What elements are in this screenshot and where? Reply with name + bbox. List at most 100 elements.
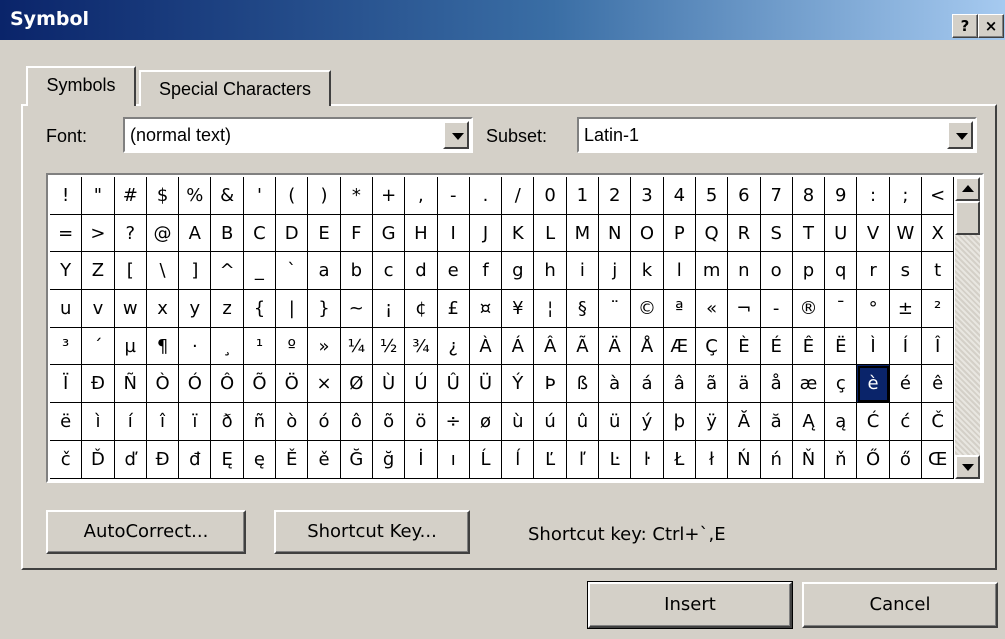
help-button[interactable]: ?	[952, 14, 978, 38]
symbol-cell[interactable]: i	[566, 252, 600, 291]
symbol-cell[interactable]: á	[631, 365, 664, 404]
symbol-cell[interactable]: O	[631, 214, 664, 253]
symbol-cell[interactable]: &	[211, 177, 244, 215]
symbol-cell[interactable]: T	[792, 214, 826, 253]
symbol-cell[interactable]: Y	[50, 252, 83, 291]
symbol-cell[interactable]: ²	[922, 290, 955, 328]
symbol-cell[interactable]: M	[566, 214, 600, 253]
symbol-cell[interactable]: Đ	[146, 440, 180, 479]
symbol-cell[interactable]: ą	[825, 403, 858, 441]
symbol-cell[interactable]: ë	[50, 403, 83, 441]
symbol-cell[interactable]: Ć	[857, 403, 890, 441]
symbol-cell[interactable]: F	[340, 214, 373, 253]
symbol-cell[interactable]: Z	[82, 252, 115, 291]
symbol-cell[interactable]: 8	[792, 177, 826, 215]
symbol-cell[interactable]: >	[82, 214, 115, 253]
symbol-cell[interactable]: Ý	[502, 365, 535, 404]
symbol-cell[interactable]: ½	[372, 327, 406, 366]
symbol-cell[interactable]: ú	[534, 403, 567, 441]
symbol-cell[interactable]: Î	[922, 327, 955, 366]
symbol-cell[interactable]: x	[146, 290, 180, 328]
symbol-cell[interactable]: É	[760, 327, 793, 366]
symbol-cell[interactable]: ä	[728, 365, 761, 404]
symbol-cell[interactable]: ę	[243, 440, 277, 479]
subset-select[interactable]: Latin-1	[577, 117, 977, 153]
symbol-cell[interactable]: č	[50, 440, 83, 479]
symbol-cell[interactable]: È	[728, 327, 761, 366]
symbol-cell[interactable]: Å	[631, 327, 664, 366]
font-dropdown-arrow-icon[interactable]	[443, 121, 469, 149]
symbol-cell[interactable]: æ	[792, 365, 826, 404]
symbol-cell[interactable]: Ď	[82, 440, 115, 479]
symbol-cell[interactable]: )	[308, 177, 341, 215]
symbol-cell[interactable]: H	[405, 214, 438, 253]
symbol-cell[interactable]: Ą	[792, 403, 826, 441]
symbol-cell[interactable]: g	[502, 252, 535, 291]
symbol-cell[interactable]: Ô	[211, 365, 244, 404]
symbol-cell[interactable]: ì	[82, 403, 115, 441]
symbol-cell[interactable]: Ò	[146, 365, 180, 404]
symbol-cell[interactable]: Ø	[340, 365, 373, 404]
symbol-cell[interactable]: Q	[695, 214, 729, 253]
symbol-cell[interactable]: k	[631, 252, 664, 291]
cancel-button[interactable]: Cancel	[802, 582, 998, 628]
symbol-cell[interactable]: #	[114, 177, 147, 215]
symbol-cell[interactable]: ¹	[243, 327, 277, 366]
tab-special-characters[interactable]: Special Characters	[139, 70, 331, 106]
symbol-cell[interactable]: ±	[889, 290, 923, 328]
symbol-cell[interactable]: Ë	[825, 327, 858, 366]
symbol-cell[interactable]: þ	[663, 403, 696, 441]
symbol-cell[interactable]: º	[276, 327, 309, 366]
symbol-cell[interactable]: «	[695, 290, 729, 328]
symbol-cell[interactable]: Ň	[792, 440, 826, 479]
symbol-cell[interactable]: n	[728, 252, 761, 291]
symbol-cell[interactable]: ¦	[534, 290, 567, 328]
symbol-cell[interactable]: â	[663, 365, 696, 404]
symbol-cell[interactable]: 6	[728, 177, 761, 215]
symbol-cell[interactable]: 1	[566, 177, 600, 215]
symbol-cell[interactable]: ·	[179, 327, 212, 366]
symbol-cell[interactable]: ã	[695, 365, 729, 404]
symbol-cell[interactable]: ň	[825, 440, 858, 479]
symbol-cell[interactable]: 3	[631, 177, 664, 215]
symbol-cell[interactable]: Þ	[534, 365, 567, 404]
symbol-cell[interactable]: X	[922, 214, 955, 253]
symbol-cell[interactable]: q	[825, 252, 858, 291]
symbol-cell[interactable]: u	[50, 290, 83, 328]
symbol-cell[interactable]: 9	[825, 177, 858, 215]
symbol-cell[interactable]: Ü	[469, 365, 503, 404]
font-select[interactable]: (normal text)	[123, 117, 473, 153]
symbol-cell[interactable]: ?	[114, 214, 147, 253]
symbol-cell[interactable]: İ	[405, 440, 438, 479]
symbol-cell[interactable]: Ê	[792, 327, 826, 366]
symbol-cell[interactable]: ò	[276, 403, 309, 441]
symbol-cell[interactable]: ô	[340, 403, 373, 441]
symbol-cell[interactable]: ñ	[243, 403, 277, 441]
symbol-cell[interactable]: Ń	[728, 440, 761, 479]
symbol-cell[interactable]: Ó	[179, 365, 212, 404]
shortcut-key-button[interactable]: Shortcut Key...	[274, 510, 470, 554]
symbol-cell[interactable]: ³	[50, 327, 83, 366]
symbol-cell[interactable]: ł	[695, 440, 729, 479]
symbol-cell[interactable]: Ù	[372, 365, 406, 404]
symbol-cell[interactable]: ¯	[825, 290, 858, 328]
symbol-cell[interactable]: é	[889, 365, 923, 404]
symbol-cell[interactable]: Ğ	[340, 440, 373, 479]
symbol-cell[interactable]: ĺ	[502, 440, 535, 479]
symbol-cell[interactable]: |	[276, 290, 309, 328]
symbol-cell[interactable]: ÷	[437, 403, 470, 441]
symbol-cell[interactable]: L	[534, 214, 567, 253]
symbol-cell[interactable]: Â	[534, 327, 567, 366]
symbol-cell[interactable]: Ã	[566, 327, 600, 366]
symbol-cell[interactable]: }	[308, 290, 341, 328]
symbol-cell[interactable]: ê	[922, 365, 955, 404]
symbol-cell[interactable]: A	[179, 214, 212, 253]
symbol-cell[interactable]: ď	[114, 440, 147, 479]
symbol-cell[interactable]: d	[405, 252, 438, 291]
symbol-cell[interactable]: D	[276, 214, 309, 253]
symbol-cell[interactable]: ~	[340, 290, 373, 328]
scroll-up-icon[interactable]	[955, 177, 980, 201]
symbol-cell[interactable]: {	[243, 290, 277, 328]
symbol-cell[interactable]: `	[276, 252, 309, 291]
autocorrect-button[interactable]: AutoCorrect...	[46, 510, 246, 554]
